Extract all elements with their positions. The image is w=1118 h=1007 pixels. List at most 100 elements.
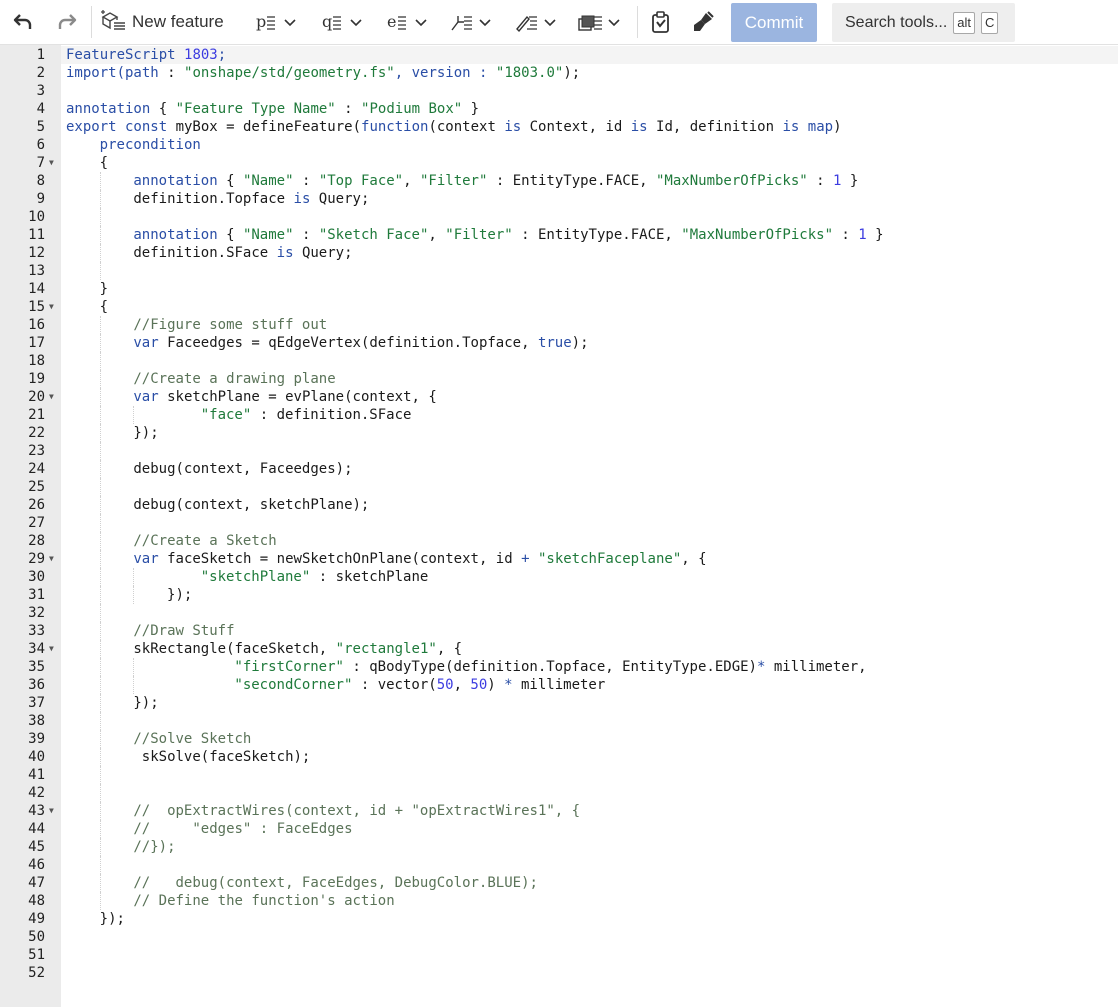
- code-editor[interactable]: 1 FeatureScript 1803; 2 import(path : "onsh…: [0, 45, 1118, 1007]
- code-line[interactable]: 12 definition.SFace is Query;: [0, 244, 1118, 262]
- code-token: , {: [681, 551, 707, 567]
- code-line[interactable]: 37});: [0, 694, 1118, 712]
- code-line[interactable]: 23: [0, 442, 1118, 460]
- code-line[interactable]: 50: [0, 928, 1118, 946]
- redo-icon[interactable]: [54, 8, 80, 36]
- new-feature-button[interactable]: New feature: [100, 8, 224, 36]
- code-line[interactable]: 41: [0, 766, 1118, 784]
- fold-toggle-icon[interactable]: ▼: [49, 640, 54, 658]
- code-line[interactable]: 32: [0, 604, 1118, 622]
- code-line[interactable]: 11 annotation { "Name" : "Sketch Face", "…: [0, 226, 1118, 244]
- code-line[interactable]: 2 import(path : "onshape/std/geometry.fs"…: [0, 64, 1118, 82]
- indent-guide: [99, 550, 101, 568]
- code-line[interactable]: 27: [0, 514, 1118, 532]
- indent-guide: [99, 568, 101, 586]
- code-line[interactable]: 14}: [0, 280, 1118, 298]
- code-text: //Figure some stuff out: [133, 316, 327, 334]
- code-line[interactable]: 33 //Draw Stuff: [0, 622, 1118, 640]
- code-line[interactable]: 5 export const myBox = defineFeature(func…: [0, 118, 1118, 136]
- fold-toggle-icon[interactable]: ▼: [49, 388, 54, 406]
- code-line[interactable]: 15 ▼ {: [0, 298, 1118, 316]
- code-line[interactable]: 47 // debug(context, FaceEdges, DebugColo…: [0, 874, 1118, 892]
- indent-guide: [99, 514, 101, 532]
- code-line[interactable]: 26 debug(context, sketchPlane);: [0, 496, 1118, 514]
- code-line[interactable]: 39 //Solve Sketch: [0, 730, 1118, 748]
- toolbar-separator: [91, 6, 92, 38]
- commit-button[interactable]: Commit: [731, 3, 817, 42]
- code-line-content: });: [61, 424, 1118, 442]
- search-tools-input[interactable]: Search tools... alt C: [832, 3, 1015, 42]
- indent-guide: [99, 316, 101, 334]
- code-line[interactable]: 18: [0, 352, 1118, 370]
- code-token: : sketchPlane: [310, 569, 429, 585]
- line-number: 22: [28, 425, 45, 441]
- code-line[interactable]: 19 //Create a drawing plane: [0, 370, 1118, 388]
- code-line[interactable]: 49});: [0, 910, 1118, 928]
- code-line[interactable]: 44 // "edges" : FaceEdges: [0, 820, 1118, 838]
- code-line[interactable]: 46: [0, 856, 1118, 874]
- code-line-content: debug(context, sketchPlane);: [61, 496, 1118, 514]
- undo-icon[interactable]: [10, 8, 36, 36]
- line-number: 3: [36, 83, 45, 99]
- code-line[interactable]: 22});: [0, 424, 1118, 442]
- code-line[interactable]: 21 "face" : definition.SFace: [0, 406, 1118, 424]
- insert-sketch-dropdown[interactable]: [515, 8, 559, 36]
- code-line[interactable]: 8 annotation { "Name" : "Top Face", "Filt…: [0, 172, 1118, 190]
- fold-toggle-icon[interactable]: ▼: [49, 550, 54, 568]
- insert-operation-dropdown[interactable]: [450, 8, 494, 36]
- code-line[interactable]: 29 ▼ var faceSketch = newSketchOnPlane(con…: [0, 550, 1118, 568]
- line-number: 46: [28, 857, 45, 873]
- new-feature-icon: [100, 9, 126, 36]
- code-line[interactable]: 9 definition.Topface is Query;: [0, 190, 1118, 208]
- insert-part-studio-dropdown[interactable]: p: [255, 8, 299, 36]
- code-line[interactable]: 48 // Define the function's action: [0, 892, 1118, 910]
- code-token: skSolve(faceSketch);: [133, 749, 311, 765]
- code-line[interactable]: 30 "sketchPlane" : sketchPlane: [0, 568, 1118, 586]
- line-number: 11: [28, 227, 45, 243]
- code-line[interactable]: 13: [0, 262, 1118, 280]
- code-text: });: [167, 586, 192, 604]
- insert-boolean-dropdown[interactable]: [578, 8, 624, 36]
- code-token: });: [133, 425, 159, 441]
- code-token: millimeter: [512, 677, 606, 693]
- code-line[interactable]: 28 //Create a Sketch: [0, 532, 1118, 550]
- code-line[interactable]: 35 "firstCorner" : qBodyType(definition.T…: [0, 658, 1118, 676]
- fold-toggle-icon[interactable]: ▼: [49, 802, 54, 820]
- paste-icon[interactable]: [648, 8, 674, 36]
- code-line[interactable]: 4 annotation { "Feature Type Name" : "Pod…: [0, 100, 1118, 118]
- code-line[interactable]: 34 ▼ skRectangle(faceSketch, "rectangle1",…: [0, 640, 1118, 658]
- code-text: definition.Topface is Query;: [133, 190, 369, 208]
- code-line[interactable]: 45 //});: [0, 838, 1118, 856]
- line-number: 41: [28, 767, 45, 783]
- code-line[interactable]: 17 var Faceedges = qEdgeVertex(definition…: [0, 334, 1118, 352]
- format-brush-icon[interactable]: [690, 8, 716, 36]
- insert-evaluate-dropdown[interactable]: e: [386, 8, 430, 36]
- code-line[interactable]: 10: [0, 208, 1118, 226]
- code-line[interactable]: 20 ▼ var sketchPlane = evPlane(context, {: [0, 388, 1118, 406]
- fold-toggle-icon[interactable]: ▼: [49, 298, 54, 316]
- code-line[interactable]: 43 ▼ // opExtractWires(context, id + "opEx…: [0, 802, 1118, 820]
- insert-query-dropdown[interactable]: q: [321, 8, 365, 36]
- code-line[interactable]: 36 "secondCorner" : vector(50, 50) * mill…: [0, 676, 1118, 694]
- code-line[interactable]: 25: [0, 478, 1118, 496]
- code-line-content: "secondCorner" : vector(50, 50) * millim…: [61, 676, 1118, 694]
- code-line[interactable]: 16 //Figure some stuff out: [0, 316, 1118, 334]
- code-line[interactable]: 42: [0, 784, 1118, 802]
- line-number: 43: [28, 803, 45, 819]
- code-line[interactable]: 40 skSolve(faceSketch);: [0, 748, 1118, 766]
- code-token: skRectangle(faceSketch,: [133, 641, 336, 657]
- code-line-content: // debug(context, FaceEdges, DebugColor.…: [61, 874, 1118, 892]
- code-line[interactable]: 38: [0, 712, 1118, 730]
- code-line[interactable]: 1 FeatureScript 1803;: [0, 46, 1118, 64]
- code-line[interactable]: 7 ▼ {: [0, 154, 1118, 172]
- code-line[interactable]: 6 precondition: [0, 136, 1118, 154]
- code-line[interactable]: 52: [0, 964, 1118, 982]
- code-text: "face" : definition.SFace: [201, 406, 412, 424]
- indent-guide: [99, 766, 101, 784]
- code-line[interactable]: 3: [0, 82, 1118, 100]
- code-line[interactable]: 31});: [0, 586, 1118, 604]
- code-token: );: [571, 335, 589, 351]
- code-line[interactable]: 51: [0, 946, 1118, 964]
- fold-toggle-icon[interactable]: ▼: [49, 154, 54, 172]
- code-line[interactable]: 24 debug(context, Faceedges);: [0, 460, 1118, 478]
